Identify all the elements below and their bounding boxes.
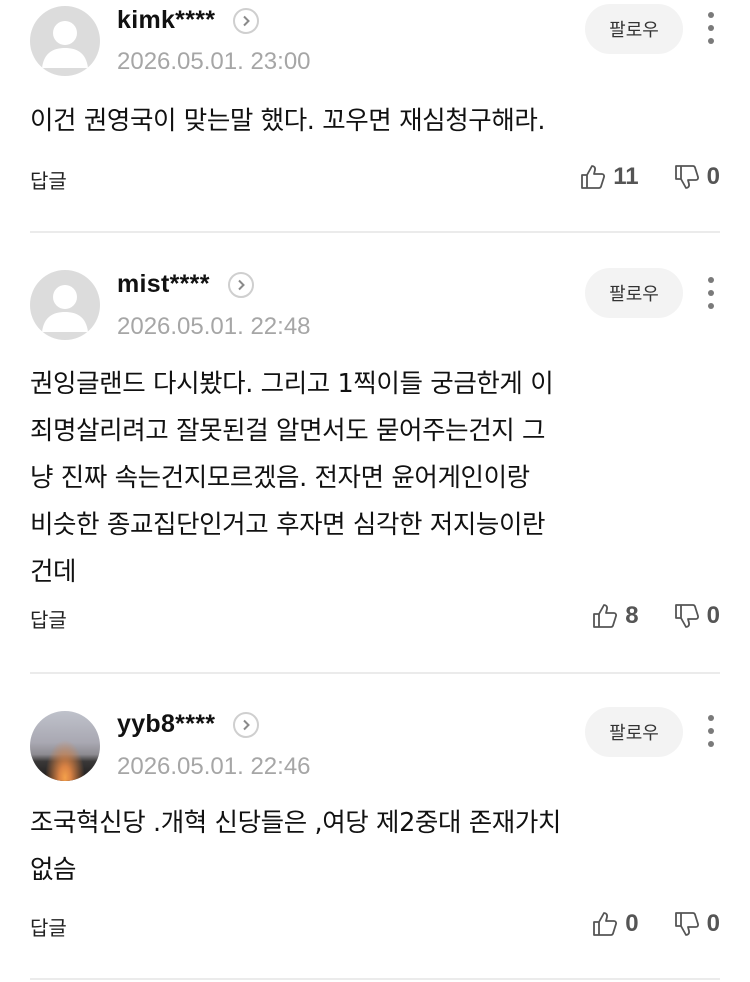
comment-text: 조국혁신당 .개혁 신당들은 ,여당 제2중대 존재가치 없슴	[30, 800, 720, 894]
sunset-avatar-image	[30, 711, 100, 781]
comment-line: 비슷한 종교집단인거고 후자면 심각한 저지능이란	[30, 510, 546, 540]
divider	[30, 978, 720, 980]
comment-line: 건데	[30, 557, 77, 587]
user-row: kimk****	[117, 6, 260, 35]
comment-line: 권잉글랜드 다시봤다. 그리고 1찍이들 궁금한게 이	[30, 369, 554, 399]
thumbs-up-icon	[581, 165, 606, 189]
default-avatar-icon	[42, 285, 88, 332]
avatar[interactable]	[30, 711, 100, 781]
comment-line: 조국혁신당 .개혁 신당들은 ,여당 제2중대 존재가치	[30, 808, 561, 838]
comment-item: yyb8**** 2026.05.01. 22:46 팔로우 조국혁신당 .개혁…	[0, 674, 750, 982]
chevron-right-icon[interactable]	[233, 7, 260, 34]
comment-line: 없슴	[30, 855, 77, 885]
user-row: mist****	[117, 270, 254, 299]
comment-text: 권잉글랜드 다시봤다. 그리고 1찍이들 궁금한게 이 죄명살리려고 잘못된걸 …	[30, 361, 720, 596]
comment-line: 냥 진짜 속는건지모르겠음. 전자면 윤어게인이랑	[30, 463, 530, 493]
follow-button[interactable]: 팔로우	[585, 4, 683, 54]
like-count: 8	[625, 602, 639, 629]
like-count: 11	[613, 163, 639, 190]
vote-actions: 8 0	[591, 602, 720, 630]
thumbs-down-icon	[674, 165, 699, 189]
like-count: 0	[625, 910, 639, 937]
avatar[interactable]	[30, 270, 100, 340]
more-options-icon[interactable]	[698, 8, 724, 48]
username[interactable]: kimk****	[117, 6, 215, 35]
avatar[interactable]	[30, 6, 100, 76]
like-button[interactable]: 8	[591, 602, 639, 630]
chevron-right-icon[interactable]	[233, 711, 260, 738]
comment-text: 이건 권영국이 맞는말 했다. 꼬우면 재심청구해라.	[30, 106, 546, 136]
chevron-right-icon[interactable]	[227, 271, 254, 298]
username[interactable]: mist****	[117, 270, 210, 299]
reply-button[interactable]: 답글	[30, 165, 67, 194]
timestamp: 2026.05.01. 22:46	[117, 753, 311, 780]
user-row: yyb8****	[117, 710, 260, 739]
thumbs-up-icon	[593, 604, 618, 628]
thumbs-down-icon	[674, 604, 699, 628]
comment-item: kimk**** 2026.05.01. 23:00 팔로우 이건 권영국이 맞…	[0, 0, 750, 232]
thumbs-up-icon	[593, 912, 618, 936]
dislike-count: 0	[706, 910, 720, 937]
more-options-icon[interactable]	[698, 711, 724, 751]
timestamp: 2026.05.01. 22:48	[117, 313, 311, 340]
like-button[interactable]: 0	[591, 910, 639, 938]
username[interactable]: yyb8****	[117, 710, 215, 739]
vote-actions: 0 0	[591, 910, 720, 938]
dislike-button[interactable]: 0	[673, 910, 720, 938]
follow-button[interactable]: 팔로우	[585, 707, 683, 757]
more-options-icon[interactable]	[698, 273, 724, 313]
comment-item: mist**** 2026.05.01. 22:48 팔로우 권잉글랜드 다시봤…	[0, 233, 750, 673]
follow-button[interactable]: 팔로우	[585, 268, 683, 318]
default-avatar-icon	[42, 21, 88, 68]
reply-button[interactable]: 답글	[30, 604, 67, 633]
dislike-count: 0	[706, 163, 720, 190]
vote-actions: 11 0	[579, 163, 720, 191]
reply-button[interactable]: 답글	[30, 912, 67, 941]
like-button[interactable]: 11	[579, 163, 639, 191]
thumbs-down-icon	[674, 912, 699, 936]
dislike-button[interactable]: 0	[673, 163, 720, 191]
timestamp: 2026.05.01. 23:00	[117, 48, 311, 75]
dislike-count: 0	[706, 602, 720, 629]
comment-line: 죄명살리려고 잘못된걸 알면서도 묻어주는건지 그	[30, 416, 546, 446]
dislike-button[interactable]: 0	[673, 602, 720, 630]
